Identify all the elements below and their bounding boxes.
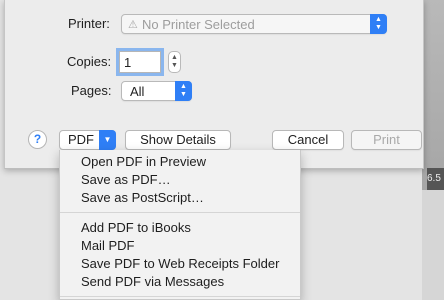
show-details-button[interactable]: Show Details: [125, 130, 231, 150]
pdf-menu-button[interactable]: PDF ▼: [59, 130, 116, 150]
menu-item-save-pdf-to-web-receipts[interactable]: Save PDF to Web Receipts Folder: [81, 256, 279, 271]
printer-value: No Printer Selected: [142, 17, 255, 32]
pdf-button-label: PDF: [68, 132, 94, 147]
menu-separator: [60, 212, 300, 213]
menu-item-open-pdf-in-preview[interactable]: Open PDF in Preview: [81, 154, 206, 169]
copies-label: Copies:: [67, 54, 112, 69]
copies-field[interactable]: 1: [119, 51, 161, 73]
copies-value: 1: [124, 55, 132, 70]
chevron-down-icon: ▼: [99, 130, 116, 150]
menu-item-save-as-postscript[interactable]: Save as PostScript…: [81, 190, 204, 205]
print-button[interactable]: Print: [351, 130, 422, 150]
pages-value: All: [130, 84, 145, 99]
menu-item-add-pdf-to-ibooks[interactable]: Add PDF to iBooks: [81, 220, 191, 235]
menu-item-mail-pdf[interactable]: Mail PDF: [81, 238, 134, 253]
popup-arrows-icon: ▲ ▼: [175, 81, 192, 101]
background-window: 6.5: [422, 0, 444, 300]
menu-separator: [60, 296, 300, 297]
pages-popup[interactable]: All ▲ ▼: [121, 81, 192, 101]
printer-popup[interactable]: ⚠ No Printer Selected ▲ ▼: [121, 14, 387, 34]
background-strip: [422, 190, 444, 300]
cancel-button[interactable]: Cancel: [272, 130, 344, 150]
popup-arrows-icon: ▲ ▼: [370, 14, 387, 34]
background-peek-text: 6.5: [427, 168, 444, 190]
warning-icon: ⚠: [128, 19, 138, 31]
help-button[interactable]: ?: [28, 130, 47, 149]
pdf-menu: Open PDF in Preview Save as PDF… Save as…: [59, 150, 301, 300]
pages-label: Pages:: [71, 83, 112, 98]
printer-label: Printer:: [68, 16, 110, 31]
print-dialog-sheet: Printer: ⚠ No Printer Selected ▲ ▼ Copies…: [4, 0, 424, 169]
menu-item-save-as-pdf[interactable]: Save as PDF…: [81, 172, 171, 187]
menu-item-send-pdf-via-messages[interactable]: Send PDF via Messages: [81, 274, 224, 289]
copies-stepper[interactable]: ▲ ▼: [168, 51, 181, 73]
